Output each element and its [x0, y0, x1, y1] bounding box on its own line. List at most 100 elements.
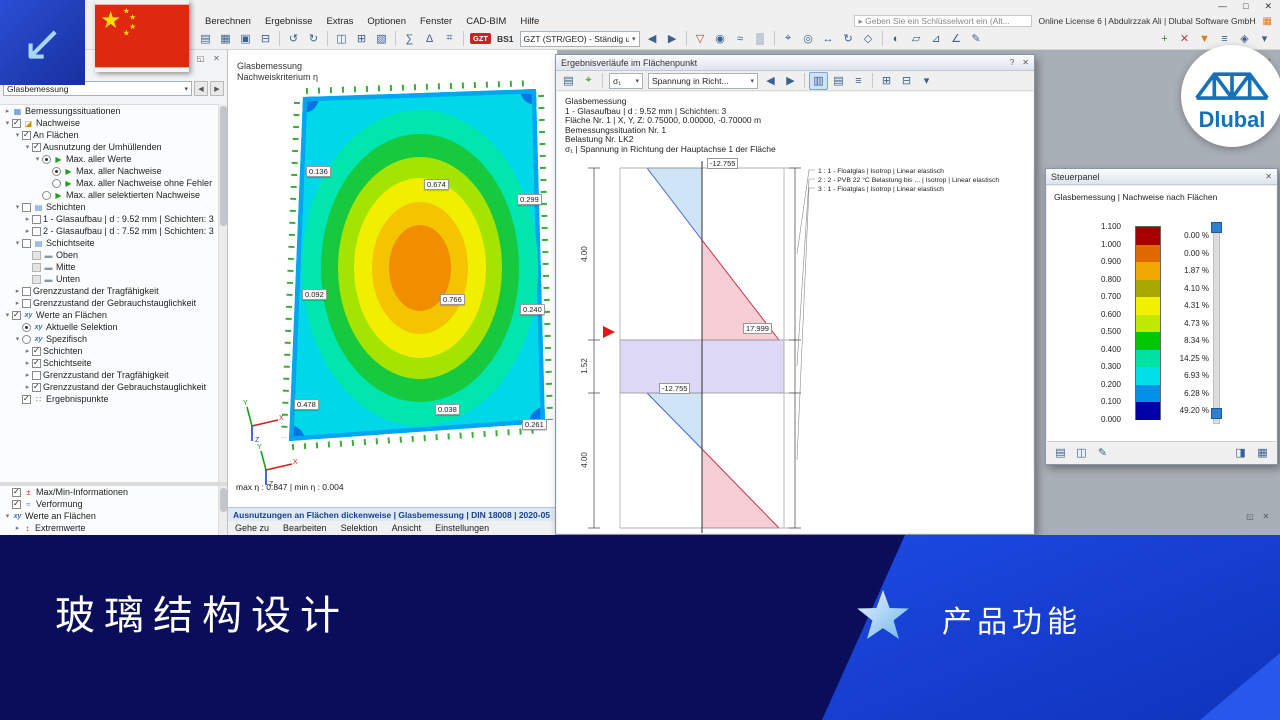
- panel-factors-tab-icon[interactable]: ◫: [1072, 444, 1091, 462]
- menu-item[interactable]: Berechnen: [198, 16, 258, 27]
- isometric-view-icon[interactable]: ◇: [859, 30, 878, 48]
- expander-icon[interactable]: ▾: [33, 155, 42, 163]
- menu-item[interactable]: Extras: [319, 16, 360, 27]
- navigator-scrollbar[interactable]: [218, 104, 227, 482]
- help-icon[interactable]: ?: [1010, 58, 1014, 67]
- smooth-contours-icon[interactable]: ▒: [751, 30, 770, 48]
- checkbox[interactable]: [22, 238, 31, 248]
- navigator-close-icon[interactable]: ✕: [210, 52, 223, 64]
- save-icon[interactable]: ▣: [236, 30, 255, 48]
- tree-item[interactable]: ▸ Grenzzustand der Tragfähigkeit: [0, 369, 218, 381]
- expander-icon[interactable]: ▸: [13, 287, 22, 295]
- close-icon[interactable]: ✕: [1022, 58, 1029, 67]
- open-model-icon[interactable]: ▦: [216, 30, 235, 48]
- rotate-view-icon[interactable]: ↻: [839, 30, 858, 48]
- view-menu-item[interactable]: Bearbeiten: [276, 523, 334, 533]
- radio-button[interactable]: [22, 334, 31, 344]
- tree-item[interactable]: ▾xyWerte an Flächen: [0, 510, 218, 522]
- navigator-previous-icon[interactable]: ◀: [194, 81, 208, 96]
- panel-settings-button[interactable]: ▦: [1253, 444, 1272, 462]
- checkbox[interactable]: [32, 214, 41, 224]
- add-object-icon[interactable]: +: [1155, 30, 1174, 48]
- checkbox[interactable]: [12, 310, 21, 320]
- visibility-icon[interactable]: ◐: [887, 30, 906, 48]
- result-type-combo[interactable]: Spannung in Richt... ▾: [648, 72, 758, 89]
- checkbox[interactable]: [32, 346, 41, 356]
- control-panel-titlebar[interactable]: Steuerpanel ✕: [1046, 169, 1277, 185]
- expander-icon[interactable]: ▸: [23, 227, 32, 235]
- radio-button[interactable]: [42, 190, 51, 200]
- checkbox[interactable]: [32, 262, 41, 272]
- tree-item[interactable]: ▾ An Flächen: [0, 129, 218, 141]
- next-loadcase-icon[interactable]: ▶: [663, 30, 682, 48]
- expander-icon[interactable]: ▾: [3, 119, 12, 127]
- view-menu-item[interactable]: Ansicht: [385, 523, 429, 533]
- checkbox[interactable]: [32, 274, 41, 284]
- expander-icon[interactable]: ▾: [13, 239, 22, 247]
- menu-item[interactable]: Hilfe: [513, 16, 546, 27]
- radio-button[interactable]: [42, 154, 51, 164]
- sigma-combo[interactable]: σ₁ ▾: [609, 72, 643, 89]
- print-diagram-icon[interactable]: ⊟: [897, 72, 916, 90]
- tree-item[interactable]: ▾ xy Spezifisch: [0, 333, 218, 345]
- values-list-icon[interactable]: ≡: [849, 72, 868, 90]
- tree-item[interactable]: ▶ Max. aller Nachweise ohne Fehler: [0, 177, 218, 189]
- minimize-button[interactable]: —: [1218, 1, 1227, 12]
- expander-icon[interactable]: ▸: [3, 107, 12, 115]
- pointer-icon[interactable]: ⌖: [779, 30, 798, 48]
- shop-icon[interactable]: ▦: [1263, 16, 1272, 27]
- tree-item[interactable]: ▬ Mitte: [0, 261, 218, 273]
- checkbox[interactable]: [32, 370, 41, 380]
- tree-item[interactable]: ▾ ◪Nachweise: [0, 117, 218, 129]
- tree-item[interactable]: ▸ Schichten: [0, 345, 218, 357]
- undo-icon[interactable]: ↺: [284, 30, 303, 48]
- checkbox[interactable]: [12, 499, 21, 509]
- zoom-icon[interactable]: ◎: [799, 30, 818, 48]
- tree-item[interactable]: ▸ Schichtseite: [0, 357, 218, 369]
- view-menu-item[interactable]: Gehe zu: [228, 523, 276, 533]
- previous-result-icon[interactable]: ◀: [761, 72, 780, 90]
- panel-colorscale-tab-icon[interactable]: ▤: [1051, 444, 1070, 462]
- expander-icon[interactable]: ▾: [3, 512, 12, 520]
- expander-icon[interactable]: ▾: [3, 311, 12, 319]
- radio-button[interactable]: [52, 178, 61, 188]
- close-button[interactable]: ✕: [1264, 1, 1272, 12]
- annotate-icon[interactable]: ✎: [967, 30, 986, 48]
- tree-item[interactable]: ± Max/Min-Informationen: [0, 486, 218, 498]
- menu-item[interactable]: Ergebnisse: [258, 16, 320, 27]
- tree-item[interactable]: ▾ ▤ Schichten: [0, 201, 218, 213]
- restore-window-icon[interactable]: ◱: [1244, 510, 1256, 522]
- tree-item[interactable]: ▸ Grenzzustand der Gebrauchstauglichkeit: [0, 381, 218, 393]
- tree-item[interactable]: ▾xyWerte an Flächen: [0, 309, 218, 321]
- show-results-icon[interactable]: ▽: [691, 30, 710, 48]
- panel-filter-tab-icon[interactable]: ✎: [1093, 444, 1112, 462]
- tree-item[interactable]: xy Aktuelle Selektion: [0, 321, 218, 333]
- checkbox[interactable]: [12, 487, 21, 497]
- navigator-float-icon[interactable]: ◱: [194, 52, 207, 64]
- horizontal-diagram-icon[interactable]: ▤: [829, 72, 848, 90]
- next-result-icon[interactable]: ▶: [781, 72, 800, 90]
- pick-point-icon[interactable]: ⌖: [579, 72, 598, 90]
- tree-item[interactable]: ▶ Max. aller selektierten Nachweise: [0, 189, 218, 201]
- checkbox[interactable]: [32, 142, 41, 152]
- copy-diagram-icon[interactable]: ⊞: [877, 72, 896, 90]
- vertical-diagram-icon[interactable]: ▥: [809, 71, 828, 90]
- checkbox[interactable]: [32, 226, 41, 236]
- tree-item[interactable]: ▸ ▦ Bemessungssituationen: [0, 105, 218, 117]
- radio-button[interactable]: [52, 166, 61, 176]
- previous-loadcase-icon[interactable]: ◀: [643, 30, 662, 48]
- expander-icon[interactable]: ▸: [23, 371, 32, 379]
- view-menu-item[interactable]: Selektion: [334, 523, 385, 533]
- expander-icon[interactable]: ▾: [13, 131, 22, 139]
- scrollbar-thumb[interactable]: [220, 488, 227, 512]
- maximize-button[interactable]: □: [1243, 1, 1248, 12]
- tree-item[interactable]: ▾ ▤ Schichtseite: [0, 237, 218, 249]
- expander-icon[interactable]: ▸: [13, 524, 22, 532]
- menu-item[interactable]: Optionen: [360, 16, 413, 27]
- tree-item[interactable]: ▸ Grenzzustand der Gebrauchstauglichkeit: [0, 297, 218, 309]
- clip-plane-icon[interactable]: ▱: [907, 30, 926, 48]
- graphics-view[interactable]: 0.136 0.674 0.299 0.092 0.766 0.240 0.478 0.038…: [228, 50, 557, 507]
- scale-slider-handle-bottom[interactable]: [1211, 408, 1222, 419]
- tree-item[interactable]: ▾ Ausnutzung der Umhüllenden: [0, 141, 218, 153]
- measure-icon[interactable]: ∠: [947, 30, 966, 48]
